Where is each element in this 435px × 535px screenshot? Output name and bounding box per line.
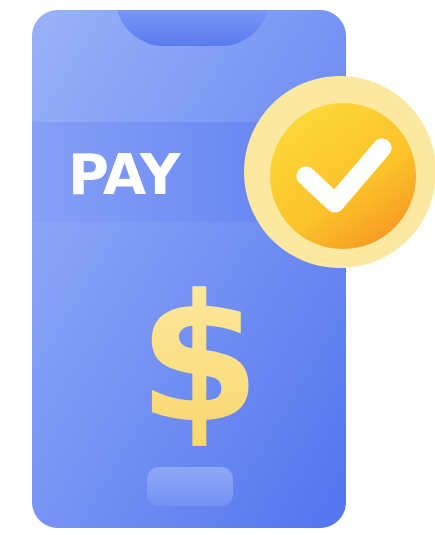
payment-success-illustration: PAY $ bbox=[0, 0, 435, 531]
badge-inner-circle bbox=[270, 103, 416, 249]
payment-illustration-svg: PAY $ bbox=[32, 10, 435, 528]
phone-home-button bbox=[147, 467, 233, 506]
dollar-icon: $ bbox=[138, 257, 260, 462]
pay-label: PAY bbox=[68, 143, 182, 208]
checkmark-badge-icon bbox=[244, 76, 435, 268]
